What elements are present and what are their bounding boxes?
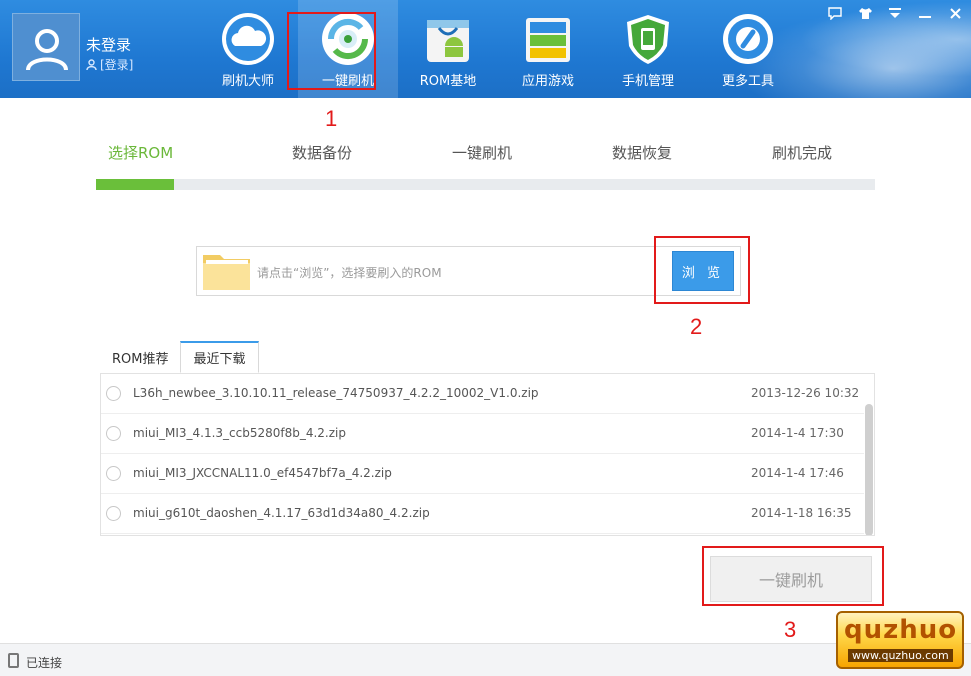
nav-label: 手机管理 [621,74,674,89]
tab-recent-downloads[interactable]: 最近下载 [180,341,259,373]
watermark-brand: quzhuo [844,615,958,645]
nav-item-more-tools[interactable]: 更多工具 [698,0,798,98]
apps-stack-icon [521,12,575,66]
annotation-box-2 [654,236,750,304]
annotation-box-3 [702,546,884,606]
list-item[interactable]: L36h_newbee_3.10.10.11_release_74750937_… [101,374,864,414]
step-select-rom: 选择ROM [108,144,174,162]
radio-button[interactable] [106,506,121,521]
annotation-number-1: 1 [325,106,338,131]
file-name: miui_MI3_JXCCNAL11.0_ef4547bf7a_4.2.zip [133,466,392,480]
feedback-icon[interactable] [827,5,843,21]
cloud-icon [221,12,275,66]
watermark-url: www.quzhuo.com [848,649,953,662]
list-item[interactable]: miui_g610t_daoshen_4.1.17_63d1d34a80_4.2… [101,494,864,534]
nav-item-rom-base[interactable]: ROM基地 [398,0,498,98]
step-restore: 数据恢复 [612,144,673,162]
nav-item-phone-manage[interactable]: 手机管理 [598,0,698,98]
progress-bar [96,179,875,190]
annotation-number-3: 3 [784,617,797,642]
radio-button[interactable] [106,426,121,441]
connection-status: 已连接 [26,656,63,670]
user-avatar-icon [26,29,68,71]
avatar[interactable] [12,13,80,81]
file-date: 2014-1-4 17:46 [751,466,844,480]
nav-label: 更多工具 [721,74,774,89]
list-scrollbar[interactable] [865,404,873,535]
menu-icon[interactable] [887,5,903,21]
user-name: 未登录 [86,36,132,54]
file-name: miui_g610t_daoshen_4.1.17_63d1d34a80_4.2… [133,506,430,520]
status-bar: 已连接 [0,643,971,676]
file-date: 2014-1-18 16:35 [751,506,852,520]
step-backup: 数据备份 [292,144,353,162]
nav-label: 刷机大师 [221,74,274,89]
file-name: L36h_newbee_3.10.10.11_release_74750937_… [133,386,539,400]
phone-shield-icon [621,12,675,66]
browse-placeholder: 请点击“浏览”，选择要刷入的ROM [257,266,442,280]
file-date: 2013-12-26 10:32 [751,386,860,400]
login-link[interactable]: [登录] [86,56,133,73]
list-item[interactable]: miui_MI3_JXCCNAL11.0_ef4547bf7a_4.2.zip … [101,454,864,494]
annotation-box-1 [287,12,376,90]
nav-label: 应用游戏 [521,74,574,89]
file-date: 2014-1-4 17:30 [751,426,844,440]
radio-button[interactable] [106,466,121,481]
nav-label: ROM基地 [419,74,477,89]
device-icon [8,653,19,668]
wrench-gear-icon [721,12,775,66]
login-label: [登录] [100,58,134,72]
annotation-number-2: 2 [690,314,703,339]
tab-rom-recommend[interactable]: ROM推荐 [100,341,180,373]
rom-tabs: ROM推荐 最近下载 [100,341,259,373]
step-complete: 刷机完成 [772,144,833,162]
nav-item-flash-master[interactable]: 刷机大师 [198,0,298,98]
app-header: 未登录 [登录] 刷机大师 一键刷机 ROM基地 应用游戏 手机管理 更多工具 [0,0,971,98]
nav-item-apps-games[interactable]: 应用游戏 [498,0,598,98]
person-icon [86,59,97,70]
file-name: miui_MI3_4.1.3_ccb5280f8b_4.2.zip [133,426,346,440]
folder-icon [203,255,250,290]
skin-shirt-icon[interactable] [857,5,873,21]
window-controls [827,5,963,21]
radio-button[interactable] [106,386,121,401]
minimize-icon[interactable] [917,5,933,21]
android-bag-icon [421,12,475,66]
watermark-logo: quzhuo www.quzhuo.com [836,611,964,669]
progress-fill [96,179,174,190]
list-item[interactable]: miui_MI3_4.1.3_ccb5280f8b_4.2.zip 2014-1… [101,414,864,454]
rom-file-list: L36h_newbee_3.10.10.11_release_74750937_… [100,373,875,536]
step-flash: 一键刷机 [452,144,513,162]
step-indicator: 选择ROM 数据备份 一键刷机 数据恢复 刷机完成 [96,142,875,166]
close-icon[interactable] [947,5,963,21]
